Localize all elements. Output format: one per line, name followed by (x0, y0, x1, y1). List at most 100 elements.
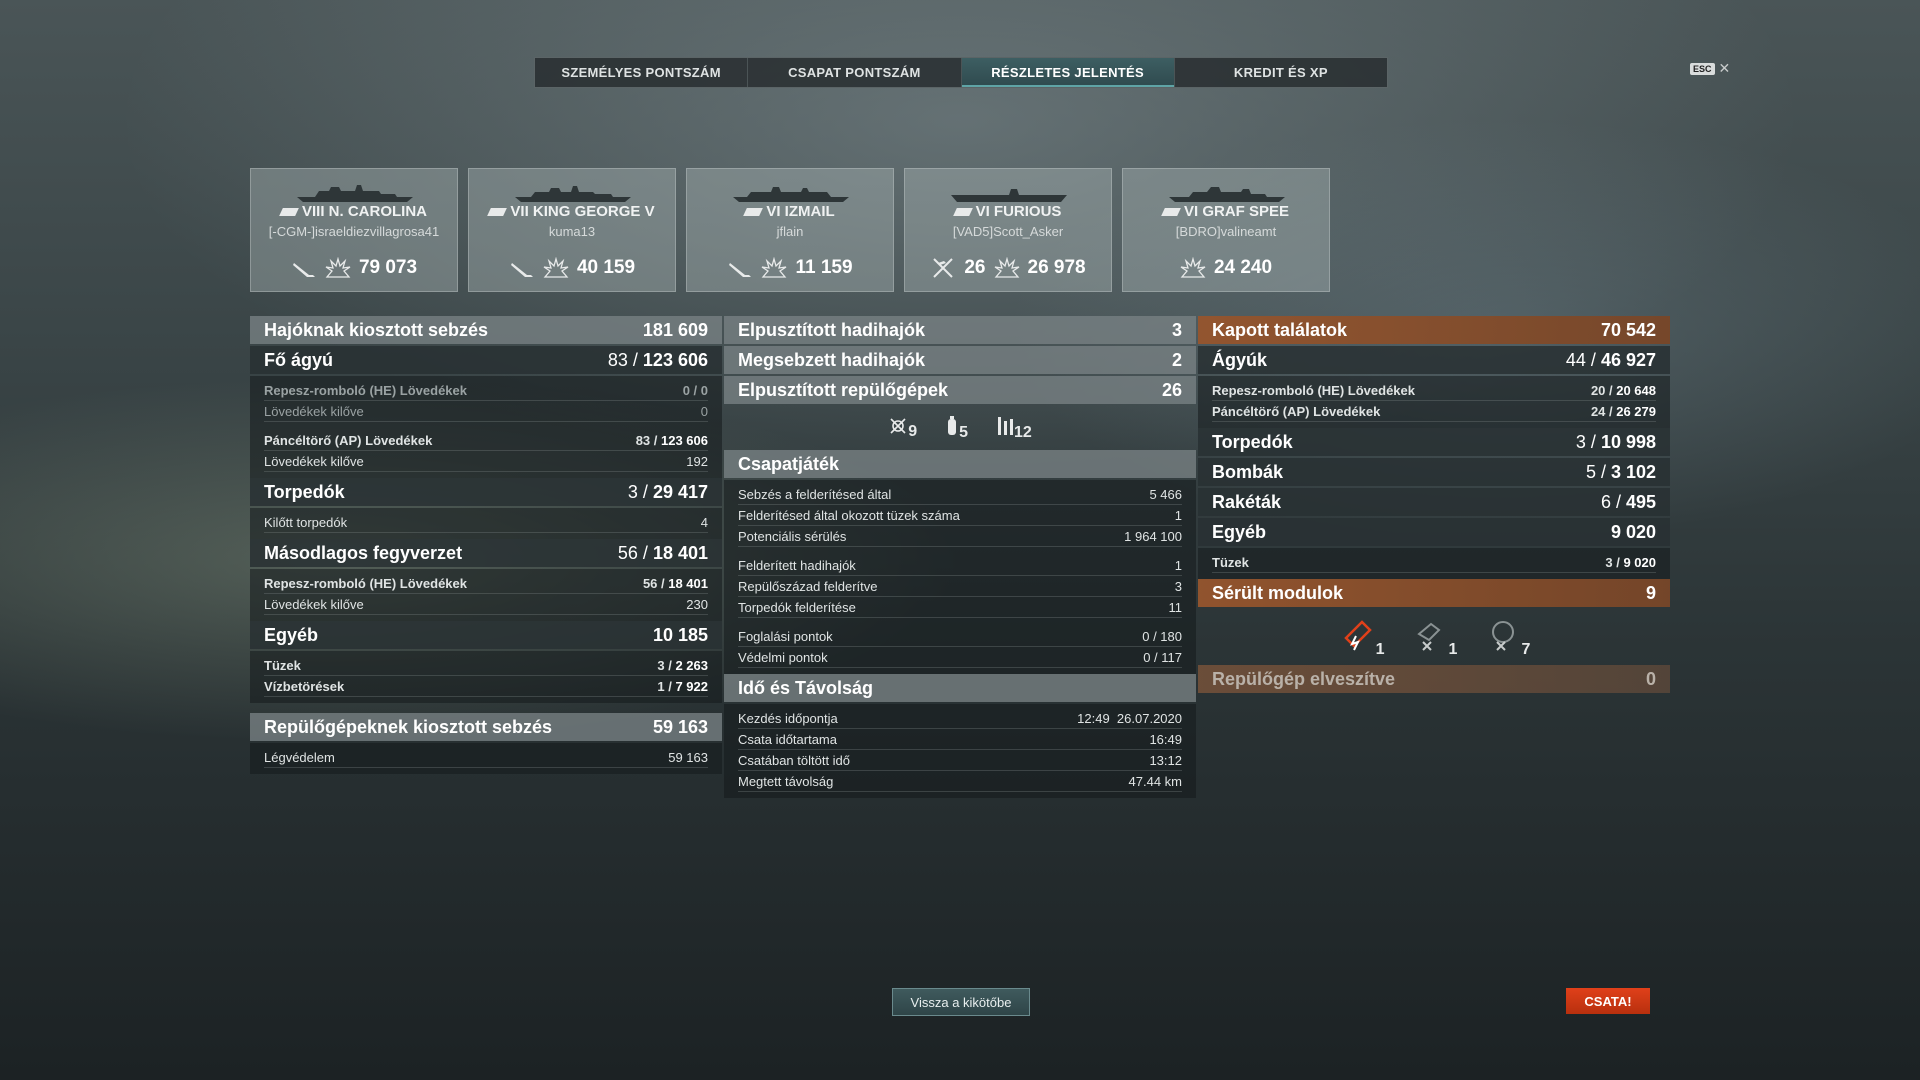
tab-detailed-report[interactable]: RÉSZLETES JELENTÉS (961, 58, 1175, 87)
ship-name: VI GRAF SPEE (1123, 203, 1329, 220)
battle-button[interactable]: CSATA! (1566, 988, 1650, 1014)
section-title: Hajóknak kiosztott sebzés (264, 319, 489, 340)
other-details: Tüzek 3 / 2 263 Vízbetörések 1 / 7 922 (250, 651, 722, 703)
stat-row: Repesz-romboló (HE) Lövedékek 20 / 20 648 (1212, 380, 1656, 401)
section-value: 181 609 (642, 319, 708, 340)
stat-row: Kezdés időpontja 12:49 26.07.2020 (738, 708, 1182, 729)
stat-row: Páncéltörő (AP) Lövedékek 24 / 26 279 (1212, 401, 1656, 422)
stat-row: Lövedékek kilőve 0 (264, 401, 708, 422)
guns-received-details: Repesz-romboló (HE) Lövedékek 20 / 20 648… (1198, 376, 1670, 428)
kills-column: Elpusztított hadihajók 3 Megsebzett hadih… (724, 316, 1196, 798)
time-distance-details: Kezdés időpontja 12:49 26.07.2020 Csata i… (724, 704, 1196, 798)
torpedo-hit-icon (510, 263, 533, 277)
planes-shot-value: 26 (964, 257, 986, 278)
ship-name: VI FURIOUS (905, 203, 1111, 220)
turret-damage-icon (1416, 622, 1441, 651)
torpedo-hit-icon (292, 263, 315, 277)
player-name: [VAD5]Scott_Asker (952, 224, 1064, 239)
damage-splash-icon (1180, 257, 1206, 278)
stat-row: Páncéltörő (AP) Lövedékek 83 / 123 606 (264, 430, 708, 451)
torpedo-hit-icon (729, 263, 752, 277)
section-title: Fő ágyú (264, 349, 334, 370)
tab-credits-xp[interactable]: KREDIT ÉS XP (1175, 58, 1387, 87)
ship-card[interactable]: VIII N. CAROLINA [-CGM-]israeldiezvillag… (250, 168, 458, 292)
module-breakdown: 1 1 7 (1198, 609, 1670, 665)
damage-splash-icon (325, 257, 351, 278)
teamplay-details: Sebzés a felderítésed által 5 466 Felderí… (724, 480, 1196, 674)
bombs-received-header: Bombák 5 / 3 102 (1198, 458, 1670, 486)
aa-damage-icon (1492, 620, 1515, 651)
stat-row: Repülőszázad felderítve 3 (738, 576, 1182, 597)
stat-row: Repesz-romboló (HE) Lövedékek 0 / 0 (264, 380, 708, 401)
ship-card[interactable]: VI FURIOUS [VAD5]Scott_Asker 26 26 978 (904, 168, 1112, 292)
plane-damage-details: Légvédelem 59 163 (250, 743, 722, 774)
other-received-details: Tüzek 3 / 9 020 (1198, 548, 1670, 579)
return-to-port-button[interactable]: Vissza a kikötőbe (892, 988, 1030, 1016)
damage-value: 11 159 (795, 257, 853, 278)
torpedoes-header: Torpedók 3 / 29 417 (250, 478, 722, 506)
damage-splash-icon (762, 257, 787, 278)
tier-flag-icon (487, 208, 508, 217)
planes-lost-header: Repülőgép elveszítve 0 (1198, 665, 1670, 693)
secondary-details: Repesz-romboló (HE) Lövedékek 56 / 18 401… (250, 569, 722, 621)
tab-team-score[interactable]: CSAPAT PONTSZÁM (748, 58, 962, 87)
tier-flag-icon (743, 208, 764, 217)
time-distance-header: Idő és Távolság (724, 674, 1196, 702)
plane-damage-header: Repülőgépeknek kiosztott sebzés 59 163 (250, 713, 722, 741)
torpedoes-received-header: Torpedók 3 / 10 998 (1198, 428, 1670, 456)
tier-flag-icon (1161, 208, 1181, 217)
close-icon: ✕ (1718, 60, 1731, 76)
guns-received-header: Ágyúk 44 / 46 927 (1198, 346, 1670, 374)
ship-silhouette-icon (1169, 187, 1285, 202)
other-received-header: Egyéb 9 020 (1198, 518, 1670, 546)
ship-silhouette-icon (515, 186, 631, 202)
player-name: [BDRO]valineamt (1175, 224, 1277, 239)
planes-destroyed-header: Elpusztított repülőgépek 26 (724, 376, 1196, 404)
stat-row: Felderített hadihajók 1 (738, 555, 1182, 576)
ship-name-text: VIII N. CAROLINA (301, 203, 427, 220)
esc-key-label: ESC (1690, 62, 1715, 75)
torpedoes-details: Kilőtt torpedók 4 (250, 508, 722, 539)
damage-received-column: Kapott találatok 70 542 Ágyúk 44 / 46 927 … (1198, 316, 1670, 695)
damage-value: 40 159 (576, 257, 636, 278)
plane-shot-icon (933, 258, 954, 278)
stat-row: Potenciális sérülés 1 964 100 (738, 526, 1182, 547)
stat-row: Védelmi pontok 0 / 117 (738, 647, 1182, 668)
stat-row: Légvédelem 59 163 (264, 747, 708, 768)
damage-value: 24 240 (1213, 257, 1273, 278)
report-tabs: SZEMÉLYES PONTSZÁM CSAPAT PONTSZÁM RÉSZL… (534, 57, 1388, 88)
ship-card[interactable]: VII KING GEORGE V kuma13 40 159 (468, 168, 676, 292)
stat-row: Tüzek 3 / 9 020 (1212, 552, 1656, 573)
damage-value: 123 606 (642, 349, 708, 370)
player-name: [-CGM-]israeldiezvillagrosa41 (268, 224, 440, 239)
tab-personal-score[interactable]: SZEMÉLYES PONTSZÁM (535, 58, 749, 87)
other-header: Egyéb 10 185 (250, 621, 722, 649)
stat-row: Lövedékek kilőve 230 (264, 594, 708, 615)
stat-row: Lövedékek kilőve 192 (264, 451, 708, 472)
player-name: jflain (776, 224, 804, 239)
main-battery-details: Repesz-romboló (HE) Lövedékek 0 / 0 Löved… (250, 376, 722, 478)
secondary-header: Másodlagos fegyverzet 56 / 18 401 (250, 539, 722, 567)
rockets-received-header: Rakéták 6 / 495 (1198, 488, 1670, 516)
player-name: kuma13 (548, 224, 596, 239)
stat-row: Csatában töltött idő 13:12 (738, 750, 1182, 771)
ship-name: VIII N. CAROLINA (251, 203, 457, 220)
close-button[interactable]: ESC ✕ (1690, 60, 1730, 77)
damage-value: 26 978 (1027, 257, 1086, 278)
ship-cards: VIII N. CAROLINA [-CGM-]israeldiezvillag… (250, 168, 1330, 292)
damage-splash-icon (543, 257, 569, 278)
ship-damage-header: Hajóknak kiosztott sebzés 181 609 (250, 316, 722, 344)
stat-row: Felderítésed által okozott tüzek száma 1 (738, 505, 1182, 526)
ship-card[interactable]: VI IZMAIL jflain 11 159 (686, 168, 894, 292)
ship-name-text: VII KING GEORGE V (510, 203, 655, 220)
stat-row: Megtett távolság 47.44 km (738, 771, 1182, 792)
ship-card[interactable]: VI GRAF SPEE [BDRO]valineamt 24 240 (1122, 168, 1330, 292)
damage-splash-icon (994, 257, 1019, 278)
hits-value: 83 / (607, 349, 643, 370)
damage-dealt-column: Hajóknak kiosztott sebzés 181 609 Fő ágyú… (250, 316, 722, 774)
ship-name-text: VI GRAF SPEE (1183, 203, 1290, 220)
damage-value: 79 073 (358, 257, 418, 278)
ship-name-text: VI IZMAIL (766, 203, 835, 220)
damaged-modules-header: Sérült modulok 9 (1198, 579, 1670, 607)
fighter-icon (890, 417, 906, 434)
